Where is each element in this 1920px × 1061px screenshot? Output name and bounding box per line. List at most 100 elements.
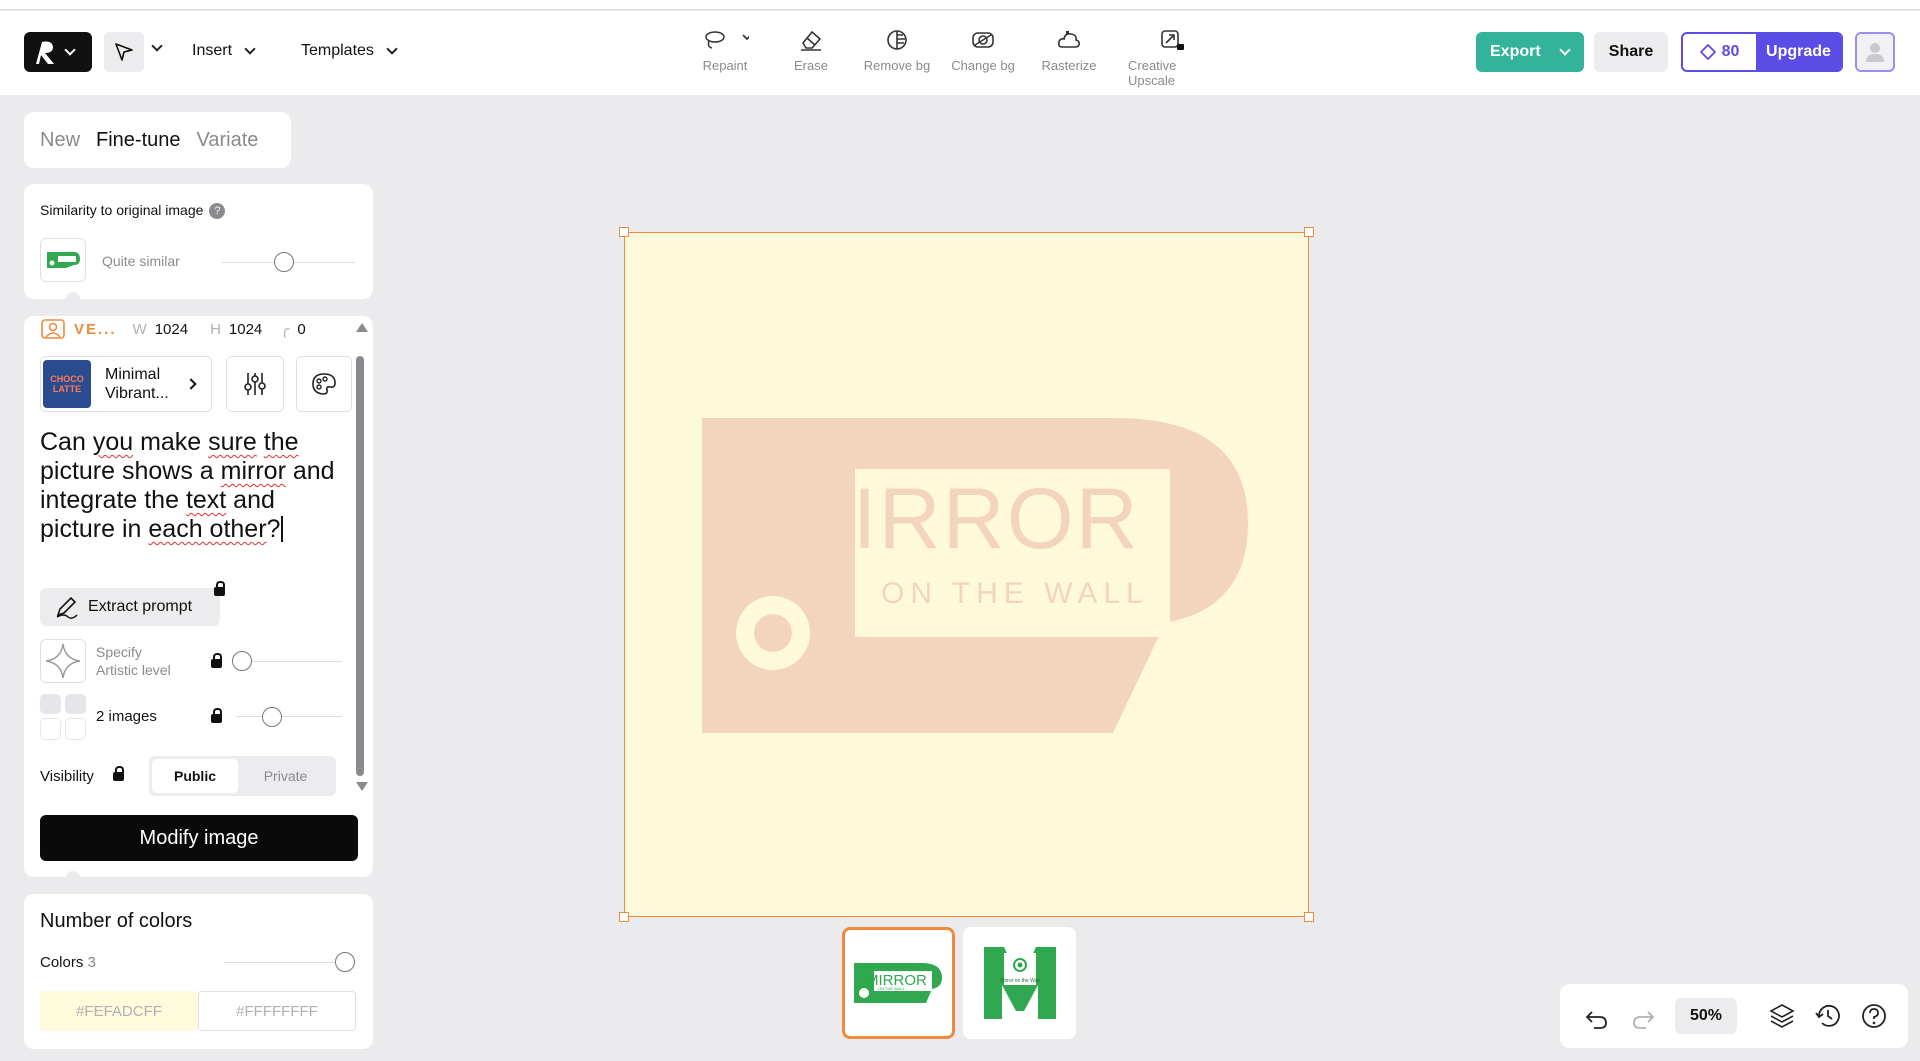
- credits-value: 80: [1721, 43, 1740, 60]
- tab-variate[interactable]: Variate: [197, 129, 259, 152]
- lock-icon: [214, 581, 225, 596]
- model-icon: [41, 319, 65, 339]
- resize-handle-top-left[interactable]: [619, 227, 629, 237]
- mirror-logo-artwork: MIRROR ON THE WALL: [702, 418, 1248, 733]
- width-value[interactable]: 1024: [155, 321, 188, 338]
- templates-menu-label: Templates: [301, 42, 374, 59]
- prompt-text-segment: Can: [40, 428, 93, 456]
- resize-handle-bottom-right[interactable]: [1304, 912, 1314, 922]
- spellcheck-word: sure: [208, 428, 257, 456]
- settings-scrollbar[interactable]: [356, 356, 364, 776]
- visibility-toggle: Public Private: [149, 756, 336, 796]
- resize-handle-top-right[interactable]: [1304, 227, 1314, 237]
- images-count-label: 2 images: [96, 708, 157, 725]
- resize-handle-bottom-left[interactable]: [619, 912, 629, 922]
- sparkle-icon: [45, 643, 81, 679]
- repaint-label: Repaint: [702, 58, 748, 73]
- panel-connector: [66, 292, 80, 306]
- original-image-thumbnail: [40, 238, 86, 282]
- lock-icon: [211, 653, 222, 668]
- prompt-text-segment: picture shows a: [40, 457, 221, 485]
- insert-menu[interactable]: Insert: [192, 42, 256, 60]
- images-count-slider-track[interactable]: [236, 716, 342, 717]
- top-toolbar: Insert Templates Repaint Erase Remove bg…: [0, 11, 1920, 95]
- help-icon[interactable]: ?: [209, 203, 226, 220]
- change-bg-label: Change bg: [951, 58, 1015, 73]
- m-logo-green-artwork: Mirror on the Wall: [983, 947, 1056, 1019]
- erase-tool[interactable]: Erase: [766, 29, 856, 73]
- similarity-slider-knob[interactable]: [274, 252, 294, 272]
- panel-connector: [66, 871, 80, 885]
- export-button[interactable]: Export: [1476, 32, 1584, 72]
- scroll-down-arrow[interactable]: [356, 782, 368, 791]
- modify-image-button[interactable]: Modify image: [40, 815, 358, 861]
- height-value[interactable]: 1024: [229, 321, 262, 338]
- sliders-icon: [244, 373, 266, 395]
- change-bg-icon: [972, 32, 994, 48]
- layers-icon[interactable]: [1768, 1002, 1796, 1030]
- share-button[interactable]: Share: [1594, 32, 1668, 72]
- undo-icon[interactable]: [1584, 1004, 1610, 1030]
- prompt-text-segment: make: [133, 428, 209, 456]
- color-swatch-1[interactable]: #FEFADCFF: [40, 991, 198, 1031]
- redo-icon[interactable]: [1630, 1004, 1656, 1030]
- images-count-slider-knob[interactable]: [262, 707, 282, 727]
- adjustments-button[interactable]: [226, 356, 284, 412]
- repaint-tool[interactable]: Repaint: [680, 29, 770, 73]
- app-logo-menu[interactable]: [24, 32, 92, 72]
- similarity-title-row: Similarity to original image?: [40, 202, 226, 220]
- creative-upscale-tool[interactable]: Creative Upscale: [1128, 29, 1218, 88]
- export-label: Export: [1490, 43, 1541, 60]
- logo-word: MIRROR: [779, 471, 1140, 567]
- extract-prompt-button[interactable]: Extract prompt: [40, 588, 220, 626]
- corner-radius-value[interactable]: 0: [297, 321, 305, 338]
- scroll-up-arrow[interactable]: [356, 323, 368, 332]
- user-icon: [1866, 43, 1884, 62]
- select-tool-button[interactable]: [104, 32, 144, 72]
- variation-caption: Mirror on the Wall: [1000, 978, 1039, 984]
- variation-thumbnail-2[interactable]: Mirror on the Wall: [963, 927, 1076, 1039]
- pen-icon: [56, 596, 78, 619]
- color-swatch-2[interactable]: #FFFFFFFF: [198, 991, 356, 1031]
- variation-thumbnail-1[interactable]: MIRROR ON THE WALL: [842, 927, 955, 1039]
- upgrade-button[interactable]: Upgrade: [1756, 34, 1841, 70]
- lock-icon: [211, 708, 222, 723]
- diamond-icon: [1699, 44, 1716, 60]
- rasterize-tool[interactable]: Rasterize: [1024, 29, 1114, 73]
- chevron-down-icon[interactable]: [151, 40, 163, 52]
- spellcheck-word: you: [92, 428, 134, 456]
- spellcheck-word: mirror: [220, 457, 286, 485]
- prompt-textarea[interactable]: Can you make sure the picture shows a mi…: [40, 428, 350, 544]
- visibility-private-option[interactable]: Private: [238, 768, 333, 784]
- corner-radius-icon: ╭: [280, 321, 290, 338]
- tab-new[interactable]: New: [40, 129, 80, 152]
- style-thumb-text-2: LATTE: [52, 384, 82, 394]
- visibility-public-option[interactable]: Public: [152, 759, 238, 793]
- chevron-down-icon: [244, 43, 256, 55]
- artistic-level-line-1: Specify: [96, 644, 142, 660]
- bottom-toolbar: 50%: [1560, 984, 1908, 1048]
- templates-menu[interactable]: Templates: [301, 42, 398, 60]
- artistic-level-slider-knob[interactable]: [232, 651, 252, 671]
- style-name-line-1: Minimal: [105, 366, 161, 383]
- erase-label: Erase: [794, 58, 828, 73]
- model-label[interactable]: VE...: [74, 321, 117, 338]
- remove-bg-tool[interactable]: Remove bg: [852, 29, 942, 73]
- style-selector[interactable]: CHOCO LATTE Minimal Vibrant...: [40, 356, 212, 412]
- change-bg-tool[interactable]: Change bg: [938, 29, 1028, 73]
- mirror-logo-green-artwork: MIRROR ON THE WALL: [853, 963, 942, 1003]
- mirror-logo-mini-icon: [47, 252, 80, 268]
- colors-count-row: Colors 3: [40, 954, 96, 971]
- colors-slider-knob[interactable]: [335, 952, 355, 972]
- credits-counter[interactable]: 80: [1683, 34, 1756, 70]
- user-avatar[interactable]: [1855, 32, 1895, 72]
- tab-fine-tune[interactable]: Fine-tune: [96, 129, 181, 152]
- rasterize-label: Rasterize: [1041, 58, 1097, 73]
- help-circle-icon[interactable]: [1860, 1002, 1888, 1030]
- history-icon[interactable]: [1814, 1002, 1842, 1030]
- text-caret: [281, 516, 283, 542]
- zoom-level[interactable]: 50%: [1675, 998, 1737, 1034]
- chevron-down-icon: [1559, 44, 1571, 56]
- design-canvas[interactable]: MIRROR ON THE WALL: [624, 232, 1309, 917]
- palette-button[interactable]: [296, 356, 352, 412]
